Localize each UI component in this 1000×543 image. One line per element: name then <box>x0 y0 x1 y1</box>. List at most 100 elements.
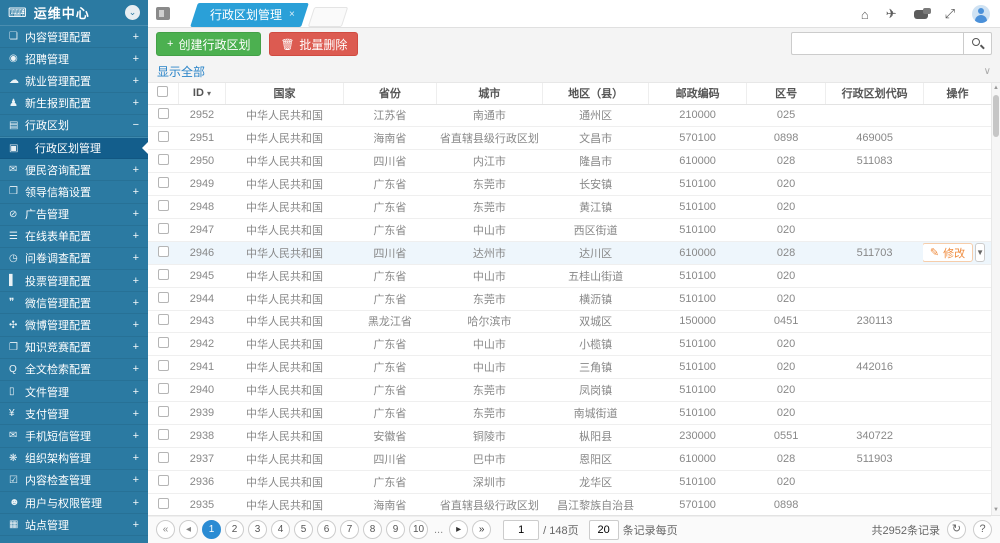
sidebar-item[interactable]: ❒ 领导信箱设置 + <box>0 181 148 203</box>
close-icon[interactable]: × <box>289 3 295 27</box>
table-row[interactable]: 2948 中华人民共和国 广东省 东莞市 黄江镇 510100 020 <box>148 196 991 219</box>
table-row[interactable]: 2935 中华人民共和国 海南省 省直辖县级行政区划 昌江黎族自治县 57010… <box>148 493 991 516</box>
help-icon[interactable]: ? <box>973 520 992 539</box>
collapse-menu-icon[interactable]: ⌄ <box>125 5 140 20</box>
sidebar-item[interactable]: ♟ 新生报到配置 + <box>0 93 148 115</box>
sidebar-item[interactable]: ☑ 内容检查管理 + <box>0 470 148 492</box>
sidebar-item[interactable]: ⊘ 广告管理 + <box>0 204 148 226</box>
table-row[interactable]: 2940 中华人民共和国 广东省 东莞市 凤岗镇 510100 020 <box>148 379 991 402</box>
table-row[interactable]: 2942 中华人民共和国 广东省 中山市 小榄镇 510100 020 <box>148 333 991 356</box>
row-checkbox[interactable] <box>158 269 169 280</box>
table-row[interactable]: 2937 中华人民共和国 四川省 巴中市 恩阳区 610000 028 5119… <box>148 447 991 470</box>
page-button-9[interactable]: 9 <box>386 520 405 539</box>
row-checkbox[interactable] <box>158 360 169 371</box>
batch-delete-button[interactable]: 🗑 批量删除 <box>269 32 358 56</box>
select-all-checkbox[interactable] <box>157 86 168 97</box>
row-checkbox[interactable] <box>158 475 169 486</box>
row-checkbox[interactable] <box>158 337 169 348</box>
table-row[interactable]: 2936 中华人民共和国 广东省 深圳市 龙华区 510100 020 <box>148 470 991 493</box>
chat-icon[interactable] <box>914 10 928 19</box>
row-checkbox[interactable] <box>158 383 169 394</box>
sidebar-item[interactable]: ◉ 招聘管理 + <box>0 48 148 70</box>
page-button-4[interactable]: 4 <box>271 520 290 539</box>
tab-active[interactable]: 行政区划管理 × <box>190 3 309 27</box>
sidebar-item[interactable]: ❋ 组织架构管理 + <box>0 448 148 470</box>
row-checkbox[interactable] <box>158 292 169 303</box>
table-row[interactable]: 2947 中华人民共和国 广东省 中山市 西区街道 510100 020 <box>148 218 991 241</box>
page-size-input[interactable] <box>589 520 619 540</box>
page-button-7[interactable]: 7 <box>340 520 359 539</box>
sidebar-item[interactable]: ▌ 投票管理配置 + <box>0 270 148 292</box>
sidebar-item[interactable]: ¥ 支付管理 + <box>0 403 148 425</box>
sidebar-item[interactable]: ❞ 微信管理配置 + <box>0 292 148 314</box>
row-checkbox[interactable] <box>158 429 169 440</box>
home-icon[interactable]: ⌂ <box>861 7 869 22</box>
search-input[interactable] <box>791 32 963 55</box>
table-row[interactable]: 2949 中华人民共和国 广东省 东莞市 长安镇 510100 020 <box>148 173 991 196</box>
page-button-5[interactable]: 5 <box>294 520 313 539</box>
page-button-3[interactable]: 3 <box>248 520 267 539</box>
row-more-button[interactable]: ▼ <box>975 243 985 262</box>
tabs-menu-icon[interactable] <box>156 7 170 20</box>
chevron-down-icon[interactable]: ∨ <box>984 66 991 77</box>
sidebar-item[interactable]: ✉ 便民咨询配置 + <box>0 159 148 181</box>
page-button-10[interactable]: 10 <box>409 520 428 539</box>
table-row[interactable]: 2950 中华人民共和国 四川省 内江市 隆昌市 610000 028 5110… <box>148 150 991 173</box>
sidebar-item[interactable]: ◷ 问卷调查配置 + <box>0 248 148 270</box>
create-region-button[interactable]: + 创建行政区划 <box>156 32 261 56</box>
table-row[interactable]: 2952 中华人民共和国 江苏省 南通市 通州区 210000 025 <box>148 104 991 127</box>
sidebar-item[interactable]: ☁ 就业管理配置 + <box>0 70 148 92</box>
sidebar-subitem[interactable]: ▣ 行政区划管理 <box>0 137 148 159</box>
first-page-button[interactable]: « <box>156 520 175 539</box>
sidebar-item[interactable]: ✉ 手机短信管理 + <box>0 425 148 447</box>
table-scrollbar[interactable]: ▲ ▼ <box>991 83 1000 515</box>
table-row[interactable]: 2939 中华人民共和国 广东省 东莞市 南城街道 510100 020 <box>148 402 991 425</box>
sidebar-item[interactable]: ✣ 微博管理配置 + <box>0 314 148 336</box>
sidebar-item[interactable]: ▦ 站点管理 + <box>0 514 148 536</box>
page-number-input[interactable] <box>503 520 539 540</box>
table-row[interactable]: 2946 中华人民共和国 四川省 达州市 达川区 610000 028 5117… <box>148 241 991 264</box>
row-checkbox[interactable] <box>158 154 169 165</box>
scrollbar-thumb[interactable] <box>993 95 999 137</box>
row-checkbox[interactable] <box>158 246 169 257</box>
sidebar-item[interactable]: ▯ 文件管理 + <box>0 381 148 403</box>
page-button-1[interactable]: 1 <box>202 520 221 539</box>
row-checkbox[interactable] <box>158 131 169 142</box>
row-checkbox[interactable] <box>158 200 169 211</box>
table-row[interactable]: 2944 中华人民共和国 广东省 东莞市 横沥镇 510100 020 <box>148 287 991 310</box>
row-checkbox[interactable] <box>158 452 169 463</box>
row-checkbox[interactable] <box>158 314 169 325</box>
table-row[interactable]: 2951 中华人民共和国 海南省 省直辖县级行政区划 文昌市 570100 08… <box>148 127 991 150</box>
row-checkbox[interactable] <box>158 406 169 417</box>
sidebar-item[interactable]: ❏ 内容管理配置 + <box>0 26 148 48</box>
row-checkbox[interactable] <box>158 223 169 234</box>
refresh-icon[interactable]: ↻ <box>947 520 966 539</box>
table-row[interactable]: 2938 中华人民共和国 安徽省 铜陵市 枞阳县 230000 0551 340… <box>148 424 991 447</box>
search-button[interactable] <box>963 32 992 55</box>
row-checkbox[interactable] <box>158 177 169 188</box>
sidebar-item[interactable]: Q 全文检索配置 + <box>0 359 148 381</box>
sidebar-item[interactable]: ▤ 行政区划 − <box>0 115 148 137</box>
last-page-button[interactable]: » <box>472 520 491 539</box>
row-checkbox[interactable] <box>158 498 169 509</box>
expand-icon[interactable]: ⤢ <box>945 6 955 22</box>
sidebar-item[interactable]: ❐ 知识竞赛配置 + <box>0 337 148 359</box>
scroll-up-icon[interactable]: ▲ <box>992 85 1000 91</box>
show-all-link[interactable]: 显示全部 <box>157 63 205 80</box>
scroll-down-icon[interactable]: ▼ <box>992 507 1000 513</box>
plane-icon[interactable]: ✈ <box>886 6 897 22</box>
table-row[interactable]: 2945 中华人民共和国 广东省 中山市 五桂山街道 510100 020 <box>148 264 991 287</box>
page-button-6[interactable]: 6 <box>317 520 336 539</box>
table-row[interactable]: 2943 中华人民共和国 黑龙江省 哈尔滨市 双城区 150000 0451 2… <box>148 310 991 333</box>
next-page-button[interactable]: ▸ <box>449 520 468 539</box>
user-avatar[interactable] <box>972 5 990 23</box>
col-id[interactable]: ID ▾ <box>178 83 225 104</box>
page-button-8[interactable]: 8 <box>363 520 382 539</box>
page-button-2[interactable]: 2 <box>225 520 244 539</box>
edit-button[interactable]: ✎修改 <box>923 243 973 262</box>
prev-page-button[interactable]: ◂ <box>179 520 198 539</box>
sidebar-item[interactable]: ☻ 用户与权限管理 + <box>0 492 148 514</box>
row-checkbox[interactable] <box>158 108 169 119</box>
table-row[interactable]: 2941 中华人民共和国 广东省 中山市 三角镇 510100 020 4420… <box>148 356 991 379</box>
sidebar-item[interactable]: ☰ 在线表单配置 + <box>0 226 148 248</box>
